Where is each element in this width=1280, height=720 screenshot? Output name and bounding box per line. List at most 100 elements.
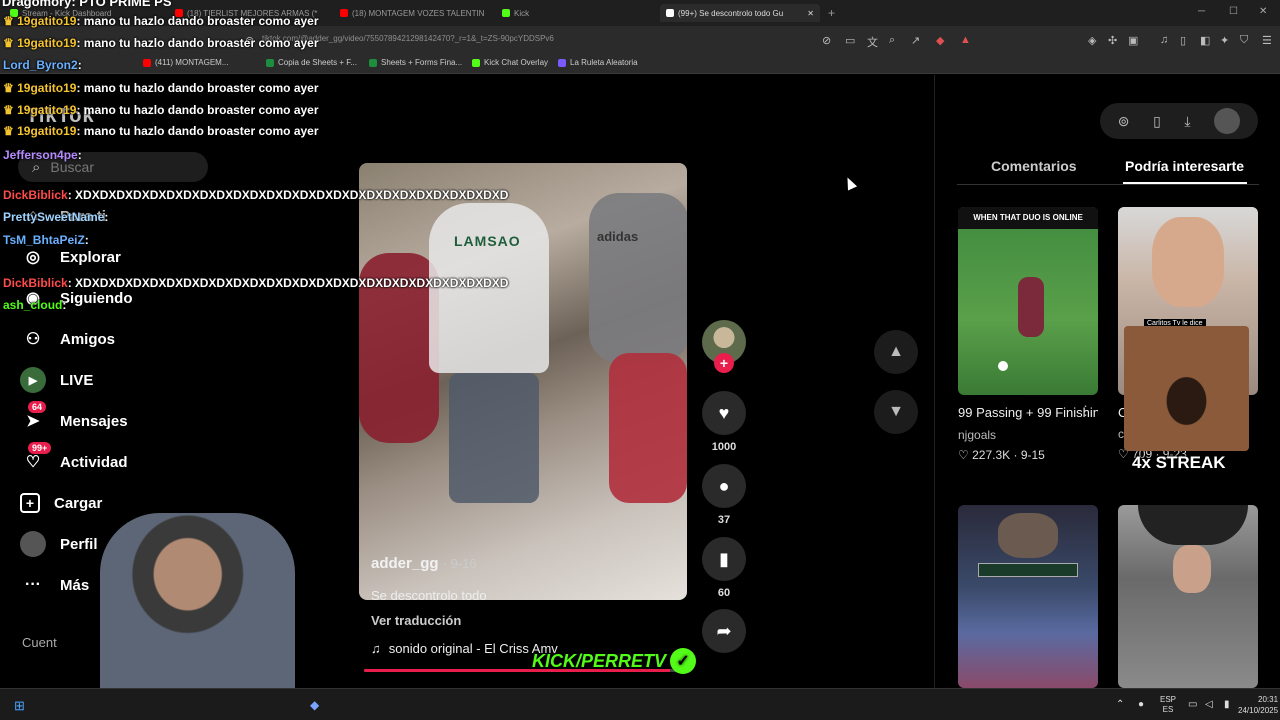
battery-icon[interactable]: ▮ [1224,699,1230,710]
tab-comentarios[interactable]: Comentarios [991,158,1077,174]
subscriber-badge-icon: ♛ [3,14,18,28]
nav-amigos[interactable]: ⚇ Amigos [20,321,200,357]
zoom-icon[interactable]: ⌕ [889,34,895,47]
bookmark[interactable]: Sheets + Forms Fina... [369,58,462,67]
chat-separator: : [77,58,82,72]
compass-icon: ◎ [26,249,40,266]
microphone-icon[interactable]: ● [1138,699,1144,710]
chat-message: ♛ 19gatito19: mano tu hazlo dando broast… [3,14,319,28]
collections-icon[interactable]: ◧ [1200,34,1210,47]
like-count: 1000 [711,441,737,453]
translate-link[interactable]: Ver traducción [371,613,461,628]
music-note-icon: ♫ [371,641,381,656]
close-window-button[interactable]: ✕ [1259,6,1267,17]
network-icon[interactable]: ▭ [1188,699,1197,710]
nav-mensajes[interactable]: ➤ 64 Mensajes [20,401,200,439]
new-tab-button[interactable]: + [828,4,835,22]
chat-username: PrettySweetName [3,210,105,224]
chat-text: mano tu hazlo dando broaster como ayer [83,36,319,50]
more-icon: ··· [25,576,41,593]
close-tab-icon[interactable]: ✕ [807,9,814,18]
share-icon[interactable]: ↗ [911,34,920,47]
browser-tab[interactable]: (18) MONTAGEM VOZES TALENTIN [340,4,490,22]
clock[interactable]: 20:31 24/10/2025 [1238,694,1278,716]
tab-search-icon[interactable]: ▣ [1128,34,1138,47]
previous-video-button[interactable]: ▲ [874,330,918,374]
share-button[interactable]: ➦ [702,609,746,653]
language-indicator[interactable]: ESP ES [1160,695,1176,715]
chat-message: ♛ 19gatito19: mano tu hazlo dando broast… [3,81,319,95]
maximize-button[interactable]: ☐ [1229,6,1238,17]
save-button[interactable]: ▮ 60 [702,537,746,599]
nav-actividad[interactable]: ♡ 99+ Actividad [20,442,200,480]
windows-start-icon[interactable]: ⊞ [14,698,25,714]
kick-icon [502,9,510,17]
puzzle-icon[interactable]: ✣ [1108,34,1117,47]
app-icon[interactable]: ◆ [310,698,319,712]
messages-icon: ➤ 64 [20,401,47,434]
video-thumbnail [1118,505,1258,688]
chat-message: TsM_BhtaPeiZ: [3,233,89,247]
translate-icon[interactable]: 文 [867,34,878,50]
chat-separator: : [62,298,67,312]
chat-message: ♛ 19gatito19: mano tu hazlo dando broast… [3,103,319,117]
security-icon[interactable]: ⛉ [1240,34,1248,47]
face-figure [1152,217,1224,307]
chat-username: Jefferson4pe [3,148,78,162]
face-figure [998,513,1058,558]
chat-message: DickBiblick: XDXDXDXDXDXDXDXDXDXDXDXDXDX… [3,276,508,290]
chat-message: Jefferson4pe: [3,148,82,162]
recommended-video-card[interactable]: WHEN THAT DUO IS ONLINE 99 Passing + 99 … [958,207,1098,462]
menu-icon[interactable]: ☰ [1262,34,1272,47]
minimize-button[interactable]: ─ [1198,6,1205,17]
tray-chevron-icon[interactable]: ⌃ [1116,699,1124,710]
extension-alert-icon[interactable]: ▲ [960,34,971,46]
like-button[interactable]: ♥ 1000 [702,391,746,453]
extension-shield-icon[interactable]: ◆ [936,34,944,47]
volume-icon[interactable]: ◁ [1205,699,1213,710]
chat-message: ash_cloud: [3,298,66,312]
game-hud [978,563,1078,577]
chat-username: 19gatito19 [17,36,77,50]
video-figure [449,373,539,503]
follow-plus-button[interactable]: + [714,353,734,373]
coins-icon[interactable]: ⊚ [1118,113,1130,130]
kebab-icon[interactable]: ⋮ [1079,403,1092,419]
user-avatar[interactable] [1214,108,1241,134]
nav-live[interactable]: ▶ LIVE [20,362,200,398]
bookmark[interactable]: Kick Chat Overlay [472,58,548,67]
recommended-video-card[interactable] [1118,505,1258,688]
ball-icon [998,361,1008,371]
chat-username: 19gatito19 [17,81,77,95]
comment-count: 37 [717,514,731,526]
sidebar-icon[interactable]: ▯ [1180,34,1186,47]
favorites-icon[interactable]: ✦ [1220,34,1229,47]
bookmark[interactable]: Copia de Sheets + F... [266,58,357,67]
browser-tab-active[interactable]: (99+) Se descontrolo todo Gu ✕ [660,4,820,22]
comment-button[interactable]: ● 37 [702,464,746,526]
emote-overlay [1124,326,1249,451]
chat-top-message: Dragomory: PTO PRIME PS [2,0,172,9]
shirt-text: LAMSAO [454,233,521,249]
music-icon[interactable]: ♫ [1160,34,1168,46]
bookmark[interactable]: (411) MONTAGEM... [143,58,229,67]
device-icon[interactable]: ▯ [1153,113,1161,130]
activity-badge: 99+ [28,442,52,454]
video-player[interactable]: LAMSAO adidas [359,163,687,600]
next-video-button[interactable]: ▼ [874,390,918,434]
read-aloud-icon[interactable]: ⊘ [822,34,831,47]
sound-link[interactable]: ♫ sonido original - El Criss Amv [371,641,558,656]
screen-icon[interactable]: ▭ [845,34,855,47]
browser-tab[interactable]: Kick [502,4,652,22]
tab-podria-interesarte[interactable]: Podría interesarte [1125,158,1244,174]
save-count: 60 [717,587,731,599]
chat-text: mano tu hazlo dando broaster como ayer [83,14,319,28]
bookmark[interactable]: La Ruleta Aleatoria [558,58,638,67]
download-icon[interactable]: ⤓ [1184,113,1190,130]
recommended-video-card[interactable] [958,505,1098,688]
video-author[interactable]: adder_gg · 9-16 [371,555,477,572]
chat-text: mano tu hazlo dando broaster como ayer [83,81,319,95]
chat-separator: : [104,210,109,224]
extension-icon[interactable]: ◈ [1088,34,1096,47]
chat-message: PrettySweetName: [3,210,108,224]
